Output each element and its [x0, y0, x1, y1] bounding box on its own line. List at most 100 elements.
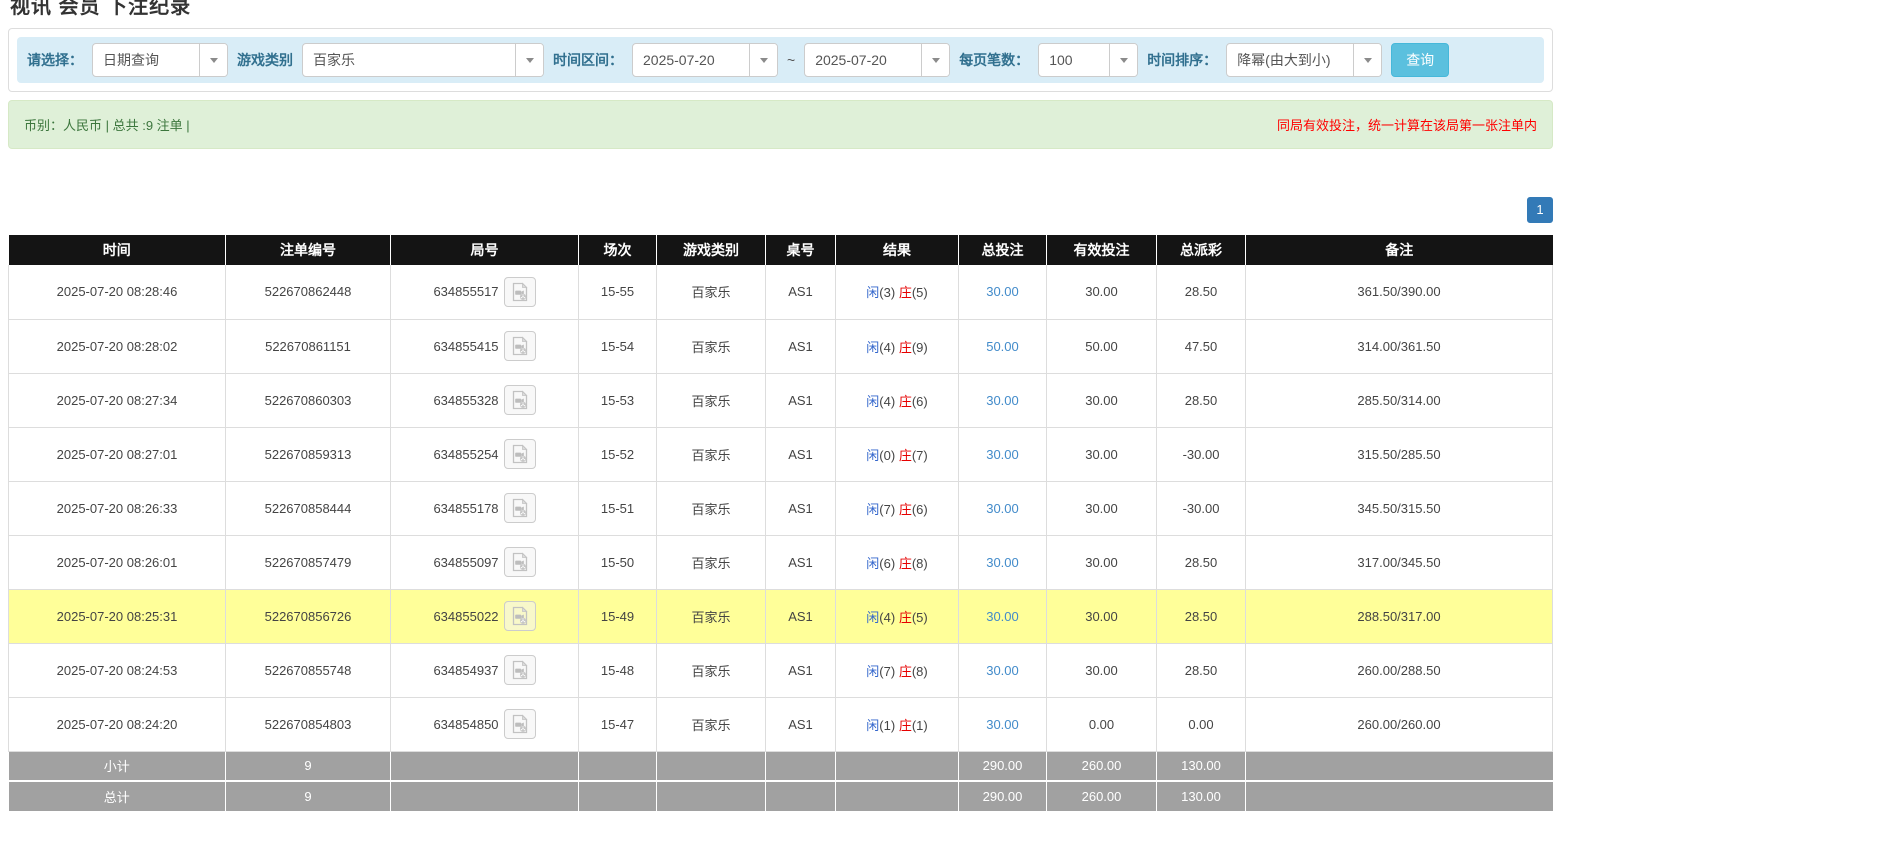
- result-banker-label: 庄: [899, 664, 912, 679]
- table-row: 2025-07-20 08:28:02 522670861151 6348554…: [9, 319, 1553, 373]
- time-sort-select[interactable]: 降幂(由大到小): [1226, 43, 1382, 77]
- game-type-label: 游戏类别: [237, 50, 293, 70]
- total-bet-link[interactable]: 50.00: [986, 339, 1019, 354]
- column-header: 场次: [579, 235, 657, 265]
- chevron-down-icon: [199, 44, 227, 76]
- round-number: 634855415: [433, 339, 498, 354]
- result-banker-score: (7): [912, 448, 928, 463]
- result-banker-label: 庄: [899, 394, 912, 409]
- total-bet-link[interactable]: 30.00: [986, 284, 1019, 299]
- video-replay-button[interactable]: [504, 493, 536, 523]
- cell-total-bet: 30.00: [959, 643, 1047, 697]
- video-replay-button[interactable]: [504, 277, 536, 307]
- subtotal-payout: 130.00: [1157, 751, 1246, 781]
- date-to-value: 2025-07-20: [805, 44, 921, 76]
- video-file-icon: [510, 282, 530, 302]
- cell-time: 2025-07-20 08:24:20: [9, 697, 226, 751]
- cell-valid-bet: 30.00: [1047, 643, 1157, 697]
- page-size-select[interactable]: 100: [1038, 43, 1138, 77]
- result-banker-score: (6): [912, 502, 928, 517]
- cell-game-type: 百家乐: [657, 697, 766, 751]
- subtotal-valid-bet: 260.00: [1047, 751, 1157, 781]
- cell-bet-id: 522670856726: [226, 589, 391, 643]
- cell-session: 15-55: [579, 265, 657, 319]
- cell-session: 15-47: [579, 697, 657, 751]
- column-header: 时间: [9, 235, 226, 265]
- cell-payout: -30.00: [1157, 427, 1246, 481]
- date-to-select[interactable]: 2025-07-20: [804, 43, 950, 77]
- cell-payout: 47.50: [1157, 319, 1246, 373]
- cell-game-type: 百家乐: [657, 373, 766, 427]
- total-bet-link[interactable]: 30.00: [986, 717, 1019, 732]
- game-type-value: 百家乐: [303, 44, 515, 76]
- total-bet-link[interactable]: 30.00: [986, 501, 1019, 516]
- filter-bar: 请选择： 日期查询 游戏类别 百家乐 时间区间： 2025-07-20 ~ 20…: [17, 37, 1544, 83]
- cell-result: 闲(1) 庄(1): [836, 697, 959, 751]
- page-title: 视讯 会员 下注纪录: [10, 0, 1553, 16]
- cell-valid-bet: 30.00: [1047, 589, 1157, 643]
- result-banker-score: (5): [912, 610, 928, 625]
- cell-table-no: AS1: [766, 535, 836, 589]
- total-bet-link[interactable]: 30.00: [986, 663, 1019, 678]
- game-type-select[interactable]: 百家乐: [302, 43, 544, 77]
- page-1-button[interactable]: 1: [1527, 197, 1553, 223]
- round-number: 634855254: [433, 447, 498, 462]
- cell-valid-bet: 30.00: [1047, 373, 1157, 427]
- cell-payout: 28.50: [1157, 265, 1246, 319]
- cell-payout: -30.00: [1157, 481, 1246, 535]
- subtotal-label: 小计: [9, 751, 226, 781]
- page-size-value: 100: [1039, 44, 1109, 76]
- cell-result: 闲(7) 庄(8): [836, 643, 959, 697]
- result-player-label: 闲: [866, 448, 879, 463]
- grand-total-payout: 130.00: [1157, 781, 1246, 811]
- cell-session: 15-53: [579, 373, 657, 427]
- cell-round-id: 634855415: [391, 319, 579, 373]
- round-number: 634854850: [433, 717, 498, 732]
- date-from-select[interactable]: 2025-07-20: [632, 43, 778, 77]
- result-player-score: (1): [879, 718, 895, 733]
- cell-table-no: AS1: [766, 589, 836, 643]
- video-replay-button[interactable]: [504, 655, 536, 685]
- chevron-down-icon: [1109, 44, 1137, 76]
- cell-remark: 260.00/288.50: [1246, 643, 1553, 697]
- result-player-score: (4): [879, 610, 895, 625]
- column-header: 结果: [836, 235, 959, 265]
- table-row: 2025-07-20 08:26:01 522670857479 6348550…: [9, 535, 1553, 589]
- grand-total-count: 9: [226, 781, 391, 811]
- column-header: 游戏类别: [657, 235, 766, 265]
- cell-time: 2025-07-20 08:24:53: [9, 643, 226, 697]
- filter-panel: 请选择： 日期查询 游戏类别 百家乐 时间区间： 2025-07-20 ~ 20…: [8, 28, 1553, 92]
- total-bet-link[interactable]: 30.00: [986, 555, 1019, 570]
- cell-table-no: AS1: [766, 265, 836, 319]
- cell-session: 15-52: [579, 427, 657, 481]
- video-replay-button[interactable]: [504, 331, 536, 361]
- cell-round-id: 634855517: [391, 265, 579, 319]
- video-replay-button[interactable]: [504, 385, 536, 415]
- total-bet-link[interactable]: 30.00: [986, 609, 1019, 624]
- result-banker-score: (8): [912, 556, 928, 571]
- total-bet-link[interactable]: 30.00: [986, 393, 1019, 408]
- cell-table-no: AS1: [766, 373, 836, 427]
- search-button[interactable]: 查询: [1391, 43, 1449, 77]
- video-replay-button[interactable]: [504, 439, 536, 469]
- video-file-icon: [510, 444, 530, 464]
- video-replay-button[interactable]: [504, 709, 536, 739]
- video-replay-button[interactable]: [504, 547, 536, 577]
- round-number: 634854937: [433, 663, 498, 678]
- cell-total-bet: 30.00: [959, 481, 1047, 535]
- video-replay-button[interactable]: [504, 601, 536, 631]
- cell-game-type: 百家乐: [657, 535, 766, 589]
- total-bet-link[interactable]: 30.00: [986, 447, 1019, 462]
- result-banker-label: 庄: [899, 285, 912, 300]
- cell-valid-bet: 0.00: [1047, 697, 1157, 751]
- cell-bet-id: 522670861151: [226, 319, 391, 373]
- cell-round-id: 634855328: [391, 373, 579, 427]
- cell-remark: 317.00/345.50: [1246, 535, 1553, 589]
- cell-table-no: AS1: [766, 319, 836, 373]
- table-header-row: 时间注单编号局号场次游戏类别桌号结果总投注有效投注总派彩备注: [9, 235, 1553, 265]
- cell-remark: 361.50/390.00: [1246, 265, 1553, 319]
- query-type-select[interactable]: 日期查询: [92, 43, 228, 77]
- cell-valid-bet: 30.00: [1047, 535, 1157, 589]
- cell-payout: 28.50: [1157, 373, 1246, 427]
- grand-total-total-bet: 290.00: [959, 781, 1047, 811]
